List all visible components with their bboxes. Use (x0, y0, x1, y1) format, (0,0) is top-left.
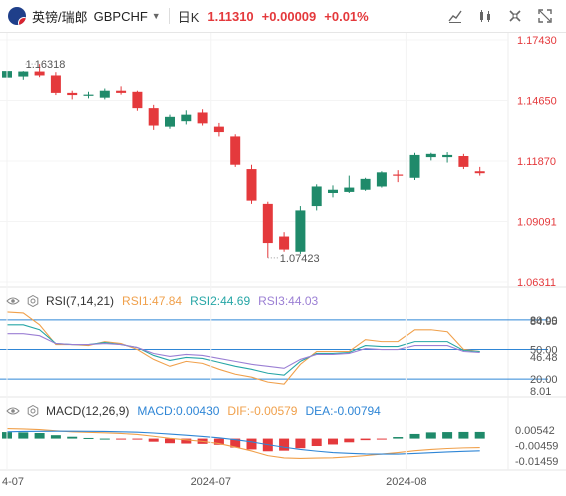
candle-body (165, 116, 175, 127)
rsi1-value: RSI1:47.84 (122, 294, 183, 308)
dea-value: DEA:-0.00794 (305, 404, 381, 418)
macd-histogram-bar (409, 433, 420, 439)
high-price-label: 1.16318 (26, 59, 66, 71)
rsi3-value: RSI3:44.03 (258, 294, 319, 308)
dea-line (6, 430, 480, 455)
time-axis-label: 2024-08 (386, 476, 426, 488)
candle-body (230, 136, 241, 165)
price-axis-label: 1.09091 (517, 216, 557, 228)
candle-body (213, 126, 224, 133)
rsi-header: RSI(7,14,21) RSI1:47.84 RSI2:44.69 RSI3:… (6, 293, 326, 309)
candle-body (295, 210, 306, 252)
macd-histogram-bar (393, 437, 404, 439)
dif-value: DIF:-0.00579 (227, 404, 298, 418)
rsi-level-label: 20.00 (530, 374, 558, 386)
candle-body (67, 92, 78, 96)
macd-histogram-bar (116, 438, 127, 440)
eye-icon[interactable] (6, 294, 20, 308)
macd-histogram-bar (279, 438, 290, 451)
candle-body (393, 174, 404, 176)
candle-body (425, 153, 436, 158)
macd-header: MACD(12,26,9) MACD:0.00430 DIF:-0.00579 … (6, 403, 389, 419)
gbpchf-chart-widget: 英镑/瑞郎 GBPCHF ▼ 日K 1.11310 +0.00009 +0.01… (0, 0, 566, 496)
macd-histogram-bar (83, 437, 94, 439)
macd-histogram-bar (295, 438, 306, 449)
macd-histogram-bar (50, 435, 61, 439)
macd-histogram-bar (34, 433, 45, 439)
candle-body (442, 154, 453, 158)
macd-histogram-bar (458, 431, 469, 439)
low-price-label: 1.07423 (280, 253, 320, 265)
macd-histogram-bar (474, 431, 485, 439)
rsi-axis-label: 46.48 (530, 352, 558, 364)
gear-icon[interactable] (26, 294, 40, 308)
candle-body (148, 108, 159, 126)
eye-icon[interactable] (6, 404, 20, 418)
rsi3-line (7, 333, 480, 369)
macd-histogram-bar (18, 432, 29, 439)
macd-histogram-bar (311, 438, 322, 447)
gear-icon[interactable] (26, 404, 40, 418)
candle-body (116, 90, 127, 93)
time-axis-label: 4-07 (2, 476, 24, 488)
candle-body (344, 187, 355, 192)
macd-histogram-bar (442, 432, 453, 439)
candle-body (328, 189, 338, 194)
macd-histogram-bar (344, 438, 355, 443)
rsi2-value: RSI2:44.69 (190, 294, 251, 308)
rsi-axis-label: 8.01 (530, 386, 551, 398)
macd-histogram-bar (99, 438, 110, 440)
macd-histogram-bar (376, 438, 387, 440)
candle-body (376, 172, 387, 187)
time-axis-label: 2024-07 (191, 476, 231, 488)
candle-body (279, 236, 290, 250)
rsi-name: RSI(7,14,21) (46, 294, 115, 308)
candle-body (83, 94, 94, 96)
candle-body (181, 114, 192, 122)
price-axis-label: 1.14650 (517, 96, 557, 108)
macd-histogram-bar (425, 432, 436, 439)
candle-body (18, 71, 29, 77)
candle-body (311, 186, 322, 207)
macd-histogram-bar (148, 438, 159, 442)
candle-body (474, 171, 485, 174)
rsi-axis-label: 84.95 (530, 316, 558, 328)
macd-axis-label: -0.01459 (515, 456, 558, 468)
macd-name: MACD(12,26,9) (46, 404, 130, 418)
candle-body (132, 91, 143, 109)
price-axis-label: 1.06311 (517, 277, 556, 289)
macd-histogram-bar (246, 438, 257, 450)
candle-body (458, 156, 469, 167)
macd-histogram-bar (67, 436, 78, 439)
price-axis-label: 1.11870 (517, 156, 556, 168)
price-chart[interactable]: 1.17430 1.14650 1.11870 1.09091 1.06311 1.163… (0, 0, 566, 496)
macd-axis-label: 0.00542 (515, 425, 555, 437)
macd-value: MACD:0.00430 (137, 404, 220, 418)
candle-body (409, 154, 420, 178)
macd-histogram-bar (132, 438, 143, 440)
macd-histogram-bar (165, 438, 175, 444)
macd-axis-label: -0.00459 (515, 441, 558, 453)
rsi1-line (6, 311, 480, 385)
candle-body (34, 71, 45, 76)
price-axis-label: 1.17430 (517, 35, 557, 47)
candle-body (262, 203, 273, 244)
macd-histogram-bar (360, 438, 371, 441)
candle-body (246, 169, 257, 201)
candle-body (50, 75, 61, 93)
candle-body (99, 90, 110, 98)
candle-body (197, 112, 208, 124)
macd-histogram-bar (328, 438, 338, 445)
candle-body (360, 178, 371, 190)
